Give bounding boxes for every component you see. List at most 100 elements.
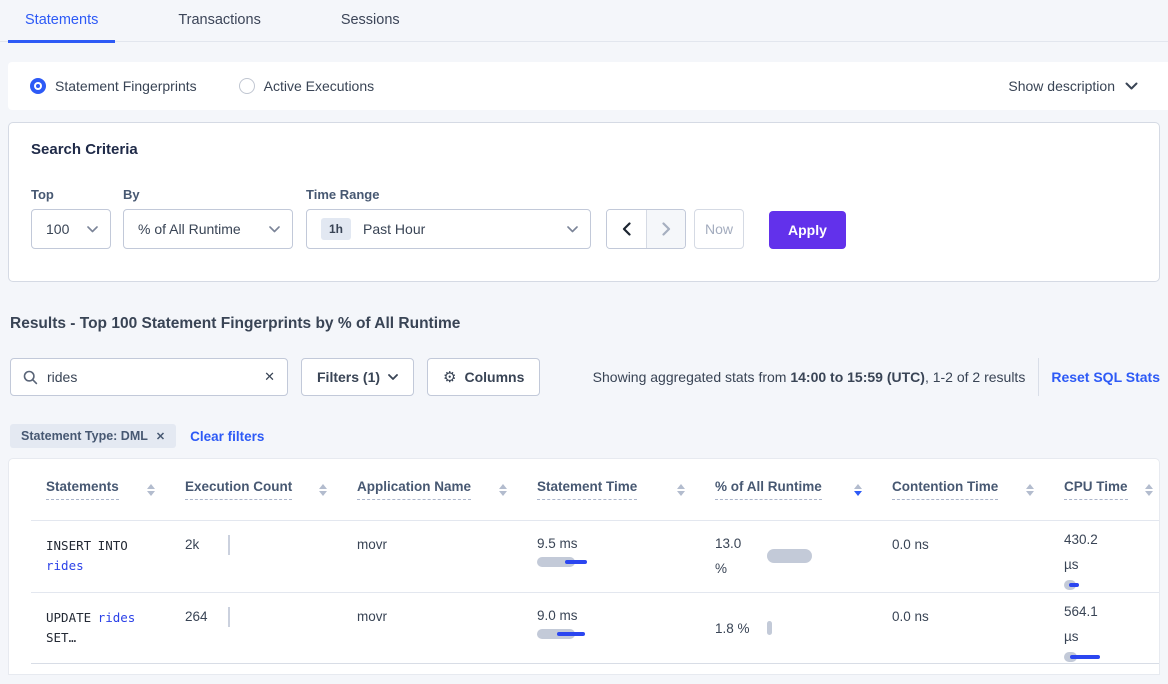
- radio-unselected-icon[interactable]: [239, 78, 255, 94]
- column-header-label: Contention Time: [892, 479, 998, 500]
- show-description-label: Show description: [1008, 78, 1115, 94]
- statement-cell[interactable]: UPDATE rides SET…: [9, 592, 185, 664]
- column-header-label: CPU Time: [1064, 479, 1128, 500]
- pct-runtime-bar: [767, 549, 812, 563]
- time-range-badge: 1h: [321, 218, 351, 240]
- statements-table: Statements Execution CountApplication Nam…: [8, 458, 1160, 675]
- radio-active-executions[interactable]: Active Executions: [239, 78, 375, 94]
- clear-search-icon[interactable]: ✕: [264, 369, 275, 385]
- search-criteria-title: Search Criteria: [31, 141, 1137, 158]
- column-header-application-name[interactable]: Application Name: [357, 479, 537, 500]
- top-select[interactable]: 100: [31, 209, 111, 249]
- top-label: Top: [31, 187, 123, 202]
- table-row[interactable]: INSERT INTO rides2kmovr9.5 ms13.0 %0.0 n…: [9, 520, 1159, 592]
- sort-desc-icon: [854, 491, 862, 496]
- tab-sessions[interactable]: Sessions: [324, 0, 417, 42]
- radio-statement-fingerprints[interactable]: Statement Fingerprints: [30, 78, 197, 94]
- stddev-line: [557, 632, 585, 636]
- top-select-value: 100: [46, 221, 69, 237]
- table-row[interactable]: UPDATE rides SET…264movr9.0 ms1.8 %0.0 n…: [9, 592, 1159, 664]
- sql-activity-tabbar: Statements Transactions Sessions: [0, 0, 1168, 42]
- stddev-line: [1069, 583, 1079, 587]
- results-controls: ✕ Filters (1) ⚙︎ Columns Showing aggrega…: [10, 358, 1160, 396]
- statement-link[interactable]: rides: [98, 610, 136, 625]
- vertical-divider: [1038, 358, 1039, 396]
- table-header-row: Statements Execution CountApplication Nam…: [9, 459, 1159, 520]
- sort-desc-icon: [1145, 491, 1153, 496]
- pct-runtime-cell: 1.8 %: [715, 592, 892, 664]
- statement-link[interactable]: rides: [46, 558, 84, 573]
- radio-label: Active Executions: [264, 78, 375, 94]
- statement-time-cell: 9.0 ms: [537, 592, 715, 664]
- tab-statements[interactable]: Statements: [8, 0, 115, 42]
- statement-time-cell: 9.5 ms: [537, 520, 715, 592]
- sort-desc-icon: [319, 491, 327, 496]
- next-time-range-button[interactable]: [646, 210, 685, 248]
- column-header-cpu-time[interactable]: CPU Time: [1064, 479, 1160, 500]
- view-mode-bar: Statement Fingerprints Active Executions…: [8, 62, 1168, 110]
- time-range-value: Past Hour: [363, 221, 425, 237]
- previous-time-range-button[interactable]: [607, 210, 646, 248]
- contention-time-value: 0.0 ns: [892, 537, 929, 552]
- aggregated-stats-text: Showing aggregated stats from 14:00 to 1…: [593, 369, 1026, 385]
- chevron-right-icon: [662, 222, 671, 236]
- statement-search-box[interactable]: ✕: [10, 358, 288, 396]
- duration-bar: [1064, 652, 1077, 662]
- column-header-statements[interactable]: Statements: [9, 479, 185, 500]
- sort-desc-icon: [1026, 491, 1034, 496]
- pct-runtime-bar: [767, 621, 772, 635]
- column-header-label: Statements: [46, 479, 119, 500]
- show-description-toggle[interactable]: Show description: [1008, 78, 1138, 94]
- search-input[interactable]: [47, 369, 264, 385]
- by-field-group: By % of All Runtime: [123, 187, 306, 249]
- now-button[interactable]: Now: [694, 209, 744, 249]
- apply-button[interactable]: Apply: [769, 211, 846, 249]
- sort-icon[interactable]: [313, 484, 327, 496]
- statement-text: UPDATE rides SET…: [46, 608, 164, 648]
- column-header-statement-time[interactable]: Statement Time: [537, 479, 715, 500]
- statement-text: INSERT INTO rides: [46, 536, 164, 576]
- stats-prefix: Showing aggregated stats from: [593, 369, 791, 385]
- filter-pill-statement-type[interactable]: Statement Type: DML ✕: [10, 424, 176, 448]
- top-field-group: Top 100: [31, 187, 123, 249]
- reset-sql-stats-link[interactable]: Reset SQL Stats: [1051, 369, 1160, 385]
- column-header-of-all-runtime[interactable]: % of All Runtime: [715, 479, 892, 500]
- chevron-down-icon: [388, 374, 398, 381]
- time-range-field-group: Time Range 1h Past Hour: [306, 187, 606, 249]
- application-name-value: movr: [357, 537, 387, 552]
- sort-icon[interactable]: [671, 484, 685, 496]
- sort-icon[interactable]: [141, 484, 155, 496]
- sort-icon[interactable]: [1139, 484, 1153, 496]
- execution-count-cell: 264: [185, 592, 357, 664]
- columns-button-label: Columns: [464, 369, 524, 385]
- filter-pill-label: Statement Type: DML: [21, 429, 148, 443]
- applied-filters-row: Statement Type: DML ✕ Clear filters: [10, 424, 264, 448]
- column-header-contention-time[interactable]: Contention Time: [892, 479, 1064, 500]
- filters-button[interactable]: Filters (1): [301, 358, 414, 396]
- tab-transactions[interactable]: Transactions: [161, 0, 277, 42]
- application-name-cell: movr: [357, 592, 537, 664]
- chevron-down-icon: [1125, 82, 1138, 91]
- sort-icon[interactable]: [848, 484, 862, 496]
- search-criteria-card: Search Criteria Top 100 By % of All Runt…: [8, 122, 1160, 282]
- duration-bar: [1064, 580, 1076, 590]
- pct-runtime-value: 1.8 %: [715, 616, 757, 641]
- time-range-label: Time Range: [306, 187, 606, 202]
- remove-filter-icon[interactable]: ✕: [156, 430, 165, 443]
- sort-desc-icon: [677, 491, 685, 496]
- execution-count-cell: 2k: [185, 520, 357, 592]
- column-header-execution-count[interactable]: Execution Count: [185, 479, 357, 500]
- by-select[interactable]: % of All Runtime: [123, 209, 293, 249]
- gear-icon: ⚙︎: [443, 368, 456, 386]
- filters-button-label: Filters (1): [317, 369, 380, 385]
- cpu-time-cell: 430.2 µs: [1064, 520, 1160, 592]
- statement-cell[interactable]: INSERT INTO rides: [9, 520, 185, 592]
- time-range-select[interactable]: 1h Past Hour: [306, 209, 591, 249]
- search-criteria-form: Top 100 By % of All Runtime Time Range 1…: [31, 187, 1137, 249]
- sort-icon[interactable]: [493, 484, 507, 496]
- clear-filters-link[interactable]: Clear filters: [190, 429, 264, 444]
- sort-icon[interactable]: [1020, 484, 1034, 496]
- columns-button[interactable]: ⚙︎ Columns: [427, 358, 540, 396]
- sort-asc-icon: [147, 484, 155, 489]
- radio-selected-icon[interactable]: [30, 78, 46, 94]
